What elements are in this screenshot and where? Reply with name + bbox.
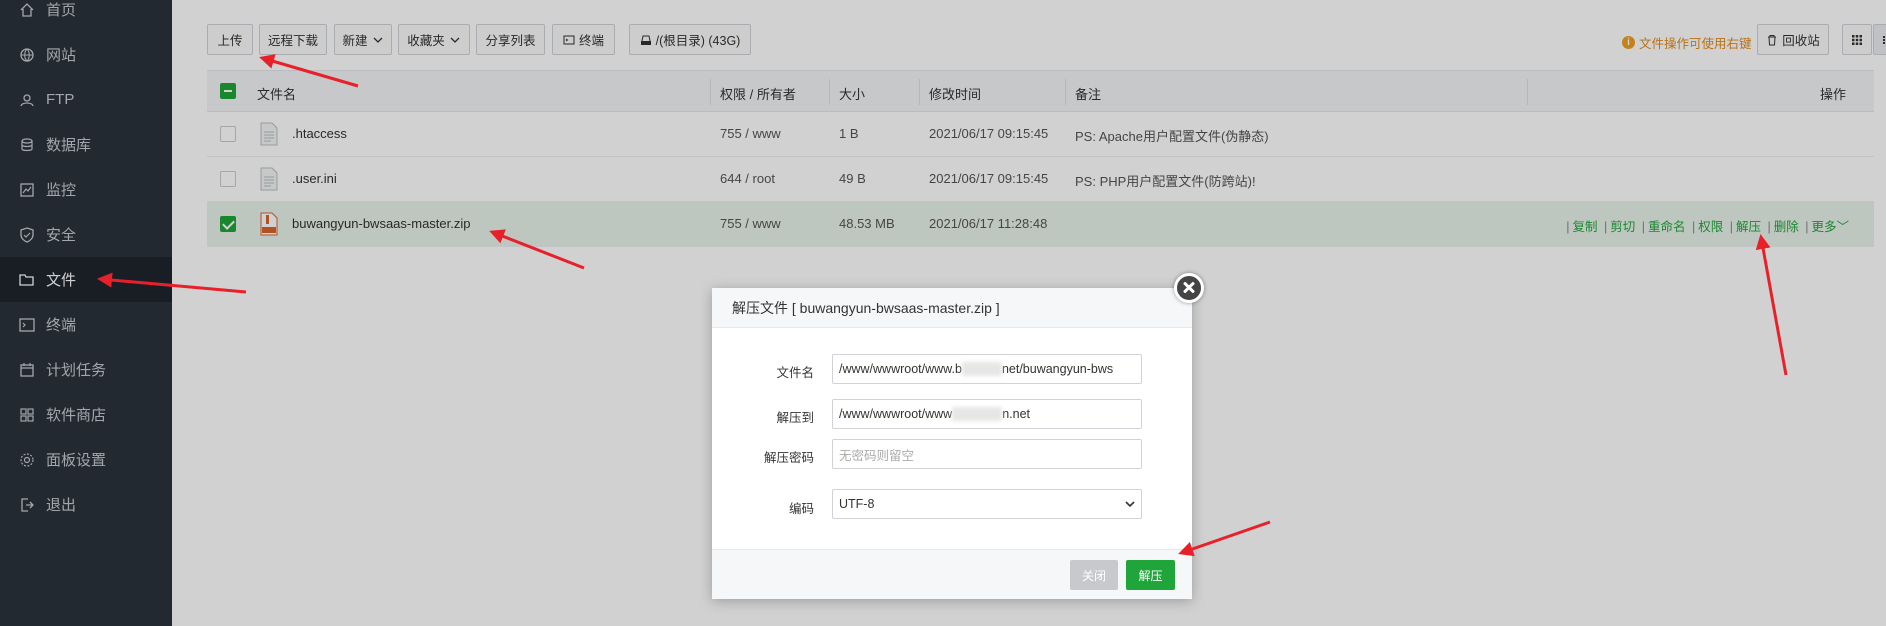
close-button[interactable]: 关闭 — [1070, 560, 1118, 590]
dialog-title: 解压文件 [ buwangyun-bwsaas-master.zip ] — [732, 299, 1000, 316]
filename-label: 文件名 — [776, 366, 814, 380]
unzip-dialog: 解压文件 [ buwangyun-bwsaas-master.zip ] 文件名… — [712, 273, 1204, 599]
encoding-label: 编码 — [788, 502, 814, 516]
dialog-header: 解压文件 [ buwangyun-bwsaas-master.zip ] — [712, 288, 1192, 328]
encoding-select[interactable]: UTF-8 — [832, 489, 1142, 519]
unzip-button[interactable]: 解压 — [1126, 560, 1175, 590]
redacted-blur — [952, 407, 1003, 421]
close-icon[interactable] — [1174, 273, 1204, 303]
dialog-footer: 关闭 解压 — [712, 549, 1192, 599]
password-input[interactable]: 无密码则留空 — [832, 439, 1142, 469]
chevron-down-icon — [1125, 501, 1135, 508]
dest-label: 解压到 — [776, 411, 814, 425]
redacted-blur — [961, 362, 1002, 376]
dest-input[interactable]: /www/wwwroot/www n.net — [832, 399, 1142, 429]
filename-input[interactable]: /www/wwwroot/www.b net/buwangyun-bws — [832, 354, 1142, 384]
password-label: 解压密码 — [763, 451, 814, 465]
